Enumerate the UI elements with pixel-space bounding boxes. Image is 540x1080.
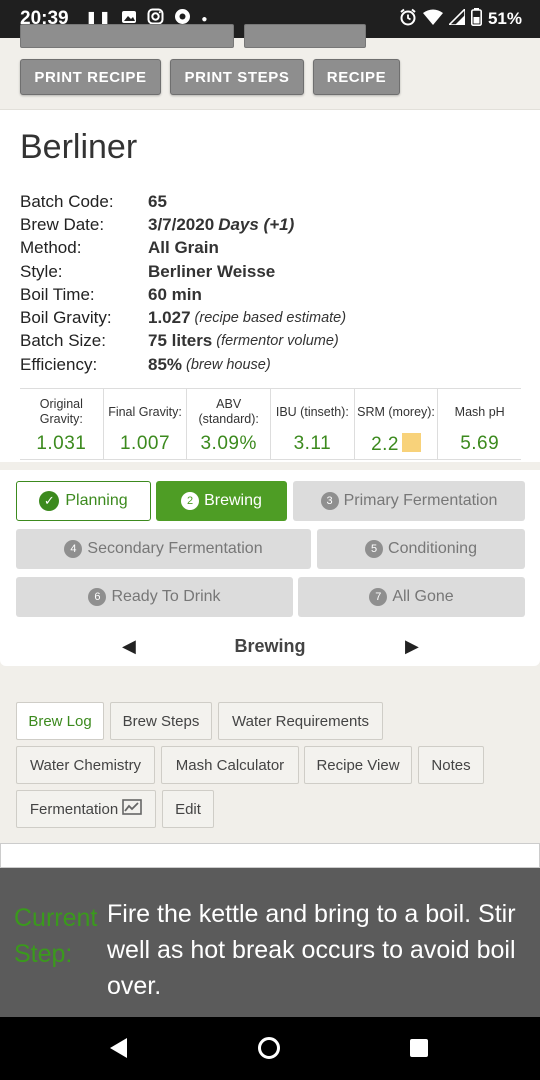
recipe-title: Berliner xyxy=(20,128,138,166)
content-area-top xyxy=(0,843,540,868)
tab-brew-steps[interactable]: Brew Steps xyxy=(110,702,212,740)
tab-recipe-view[interactable]: Recipe View xyxy=(304,746,412,784)
recipe-card: Berliner Batch Code: 65 Brew Date: 3/7/2… xyxy=(0,110,540,666)
stat-final-gravity: Final Gravity: 1.007 xyxy=(104,389,188,459)
info-row-boil-gravity: Boil Gravity: 1.027 (recipe based estima… xyxy=(20,308,347,328)
stat-mash-ph: Mash pH 5.69 xyxy=(454,404,505,455)
stage-primary-fermentation[interactable]: 3 Primary Fermentation xyxy=(293,481,525,521)
current-stage-label: Brewing xyxy=(234,635,306,656)
recipe-info: Batch Code: 65 Brew Date: 3/7/2020 Days … xyxy=(20,190,520,376)
section-divider xyxy=(0,462,540,470)
recent-apps-icon[interactable] xyxy=(410,1039,428,1057)
info-row-batch-size: Batch Size: 75 liters (fermentor volume) xyxy=(20,331,339,351)
tab-notes[interactable]: Notes xyxy=(418,746,484,784)
line-chart-icon xyxy=(122,799,142,819)
stage-all-gone[interactable]: 7 All Gone xyxy=(298,577,525,617)
tab-fermentation[interactable]: Fermentation xyxy=(16,790,156,828)
current-step-text: Fire the kettle and bring to a boil. Sti… xyxy=(107,900,516,1000)
stats-table: Original Gravity: 1.031 Final Gravity: 1… xyxy=(20,388,521,460)
info-row-brew-date: Brew Date: 3/7/2020 Days (+1) xyxy=(20,214,295,234)
stat-abv: ABV (standard): 3.09% xyxy=(187,389,272,459)
print-recipe-button[interactable]: PRINT RECIPE xyxy=(20,59,161,95)
stage-planning[interactable]: ✓ Planning xyxy=(16,481,151,521)
srm-color-swatch xyxy=(401,433,421,452)
info-row-efficiency: Efficiency: 85% (brew house) xyxy=(20,354,271,374)
tab-mash-calculator[interactable]: Mash Calculator xyxy=(161,746,299,784)
print-toolbar: PRINT RECIPE PRINT STEPS RECIPE xyxy=(0,24,540,110)
android-nav-bar xyxy=(0,1017,540,1080)
stat-ibu: IBU (tinseth): 3.11 xyxy=(271,389,355,459)
current-step-label: Current Step: xyxy=(14,904,98,968)
recipe-button[interactable]: RECIPE xyxy=(313,59,400,95)
info-row-style: Style: Berliner Weisse xyxy=(20,261,276,281)
tab-water-chemistry[interactable]: Water Chemistry xyxy=(16,746,155,784)
stage-navigator: ◀ Brewing ▶ xyxy=(0,626,540,666)
print-steps-button[interactable]: PRINT STEPS xyxy=(170,59,304,95)
stat-original-gravity: Original Gravity: 1.031 xyxy=(20,389,104,459)
alarm-icon xyxy=(399,8,417,31)
tab-water-requirements[interactable]: Water Requirements xyxy=(218,702,383,740)
battery-percent: 51% xyxy=(487,9,522,28)
back-icon[interactable] xyxy=(110,1038,127,1058)
tab-brew-log[interactable]: Brew Log xyxy=(16,702,104,740)
info-row-method: Method: All Grain xyxy=(20,238,219,258)
tabs-panel: Brew Log Brew Steps Water Requirements W… xyxy=(0,688,540,843)
stage-secondary-fermentation[interactable]: 4 Secondary Fermentation xyxy=(16,529,311,569)
info-row-boil-time: Boil Time: 60 min xyxy=(20,284,202,304)
dot-icon: ● xyxy=(201,13,208,25)
previous-stage-arrow-icon[interactable]: ◀ xyxy=(122,636,136,657)
current-step-overlay: Current Step: Fire the kettle and bring … xyxy=(0,868,540,1017)
stat-srm: SRM (morey): 2.2 xyxy=(355,389,439,459)
info-row-batch-code: Batch Code: 65 xyxy=(20,191,167,211)
tab-edit[interactable]: Edit xyxy=(162,790,214,828)
signal-icon xyxy=(447,6,466,30)
check-circle-icon: ✓ xyxy=(39,491,60,511)
stage-brewing[interactable]: 2 Brewing xyxy=(156,481,287,521)
partial-button-1[interactable] xyxy=(20,24,234,48)
stage-ready-to-drink[interactable]: 6 Ready To Drink xyxy=(16,577,293,617)
home-icon[interactable] xyxy=(258,1037,280,1059)
battery-icon xyxy=(470,7,482,31)
wifi-icon xyxy=(422,9,443,30)
next-stage-arrow-icon[interactable]: ▶ xyxy=(405,636,419,657)
partial-button-2[interactable] xyxy=(244,24,366,48)
stage-conditioning[interactable]: 5 Conditioning xyxy=(317,529,525,569)
